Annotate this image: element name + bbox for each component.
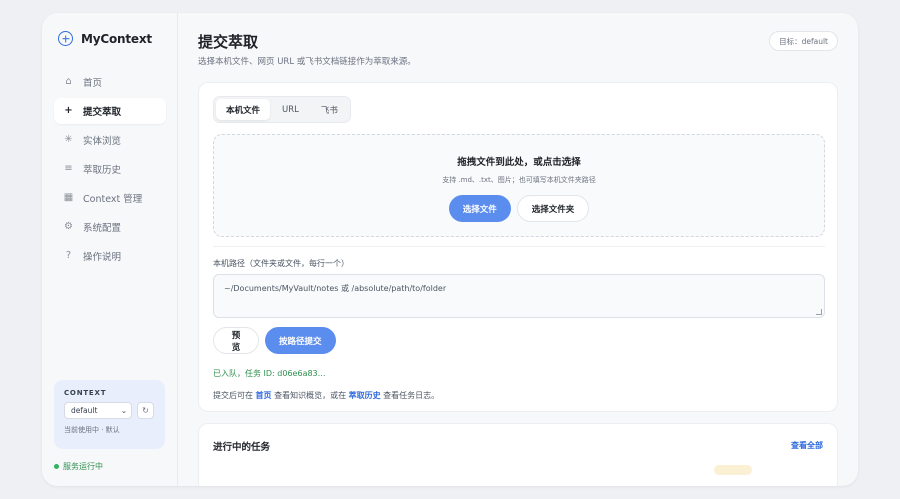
brand-name: MyContext: [81, 31, 152, 46]
context-label: CONTEXT: [64, 389, 107, 397]
grid-icon: ▦: [63, 192, 74, 203]
home-icon: ⌂: [65, 76, 72, 87]
tasks-title: 进行中的任务: [213, 442, 271, 453]
gear-icon: ⚙: [64, 221, 73, 232]
help-circle-icon: ?: [65, 250, 72, 261]
service-status-text: 服务运行中: [63, 462, 103, 471]
sidebar-nav: ⌂ 首页 + 提交萃取 ✳ 实体浏览 ≡ 萃取历史 ▦ Context 管理 ⚙…: [54, 69, 166, 272]
drop-title: 拖拽文件到此处，或点击选择: [457, 157, 581, 168]
help-text: 提交后可在 首页 查看知识概览，或在 萃取历史 查看任务日志。: [213, 390, 439, 401]
sidebar-item-history[interactable]: ≡ 萃取历史: [54, 156, 166, 182]
submit-path-button[interactable]: 按路径提交: [265, 327, 336, 354]
source-tabs: 本机文件 URL 飞书: [213, 96, 351, 123]
brand[interactable]: MyContext: [58, 31, 152, 46]
help-text-part: 提交后可在: [213, 391, 256, 400]
refresh-button[interactable]: ↻: [137, 402, 154, 419]
app-window: MyContext ⌂ 首页 + 提交萃取 ✳ 实体浏览 ≡ 萃取历史 ▦ Co…: [42, 13, 858, 486]
file-drop-zone[interactable]: 拖拽文件到此处，或点击选择 支持 .md、.txt、图片；也可填写本机文件夹路径…: [213, 134, 825, 237]
tab-local-file[interactable]: 本机文件: [216, 99, 271, 120]
tab-feishu[interactable]: 飞书: [311, 99, 348, 120]
status-dot-icon: [54, 464, 59, 469]
sidebar-item-entities[interactable]: ✳ 实体浏览: [54, 127, 166, 153]
resize-grip-icon[interactable]: [816, 309, 822, 315]
sidebar-item-submit[interactable]: + 提交萃取: [54, 98, 166, 124]
sidebar-item-label: 操作说明: [83, 252, 122, 263]
path-textarea[interactable]: ~/Documents/MyVault/notes 或 /absolute/pa…: [213, 274, 825, 318]
context-selected-value: default: [71, 406, 98, 415]
page-title: 提交萃取: [198, 33, 259, 51]
context-card: CONTEXT default ⌄ ↻ 当前使用中 · 默认: [54, 380, 165, 449]
service-status: 服务运行中: [54, 461, 103, 472]
help-text-part: 查看任务日志。: [380, 391, 440, 400]
sidebar-item-settings[interactable]: ⚙ 系统配置: [54, 214, 166, 240]
page-subtitle: 选择本机文件、网页 URL 或飞书文档链接作为萃取来源。: [198, 57, 416, 67]
help-text-part: 查看知识概览，或在: [271, 391, 349, 400]
sidebar-item-help[interactable]: ? 操作说明: [54, 243, 166, 269]
drop-hint: 支持 .md、.txt、图片；也可填写本机文件夹路径: [442, 176, 596, 184]
sidebar-item-label: 实体浏览: [83, 136, 122, 147]
home-link[interactable]: 首页: [256, 391, 272, 400]
sparkle-icon: ✳: [64, 134, 73, 145]
sidebar-item-label: 提交萃取: [83, 107, 122, 118]
sidebar-item-home[interactable]: ⌂ 首页: [54, 69, 166, 95]
refresh-icon: ↻: [142, 406, 149, 415]
choose-file-button[interactable]: 选择文件: [448, 195, 511, 222]
target-badge: 目标：default: [769, 31, 838, 51]
sidebar: MyContext ⌂ 首页 + 提交萃取 ✳ 实体浏览 ≡ 萃取历史 ▦ Co…: [42, 13, 178, 486]
path-placeholder: ~/Documents/MyVault/notes 或 /absolute/pa…: [224, 284, 447, 293]
plus-circle-icon: [58, 31, 73, 46]
submit-card: 本机文件 URL 飞书 拖拽文件到此处，或点击选择 支持 .md、.txt、图片…: [198, 82, 838, 412]
sidebar-item-label: 系统配置: [83, 223, 122, 234]
sidebar-item-label: 首页: [83, 78, 103, 89]
plus-icon: +: [64, 105, 73, 116]
view-all-link[interactable]: 查看全部: [791, 440, 823, 451]
divider: [213, 246, 825, 247]
tab-url[interactable]: URL: [272, 99, 309, 120]
preview-button[interactable]: 预览: [213, 327, 259, 354]
sidebar-item-context[interactable]: ▦ Context 管理: [54, 185, 166, 211]
queued-message: 已入队，任务 ID: d06e6a83…: [213, 369, 326, 378]
tasks-card: 进行中的任务 查看全部: [198, 423, 838, 486]
status-badge: [714, 465, 752, 475]
list-icon: ≡: [64, 163, 73, 174]
sidebar-item-label: 萃取历史: [83, 165, 122, 176]
sidebar-item-label: Context 管理: [83, 194, 143, 205]
chevron-down-icon: ⌄: [120, 406, 127, 415]
choose-folder-button[interactable]: 选择文件夹: [516, 195, 590, 222]
history-link[interactable]: 萃取历史: [349, 391, 381, 400]
context-status: 当前使用中 · 默认: [64, 426, 120, 434]
main-content: 提交萃取 选择本机文件、网页 URL 或飞书文档链接作为萃取来源。 目标：def…: [178, 13, 858, 486]
path-label: 本机路径（文件夹或文件，每行一个）: [213, 259, 349, 268]
context-select[interactable]: default ⌄: [64, 402, 132, 419]
